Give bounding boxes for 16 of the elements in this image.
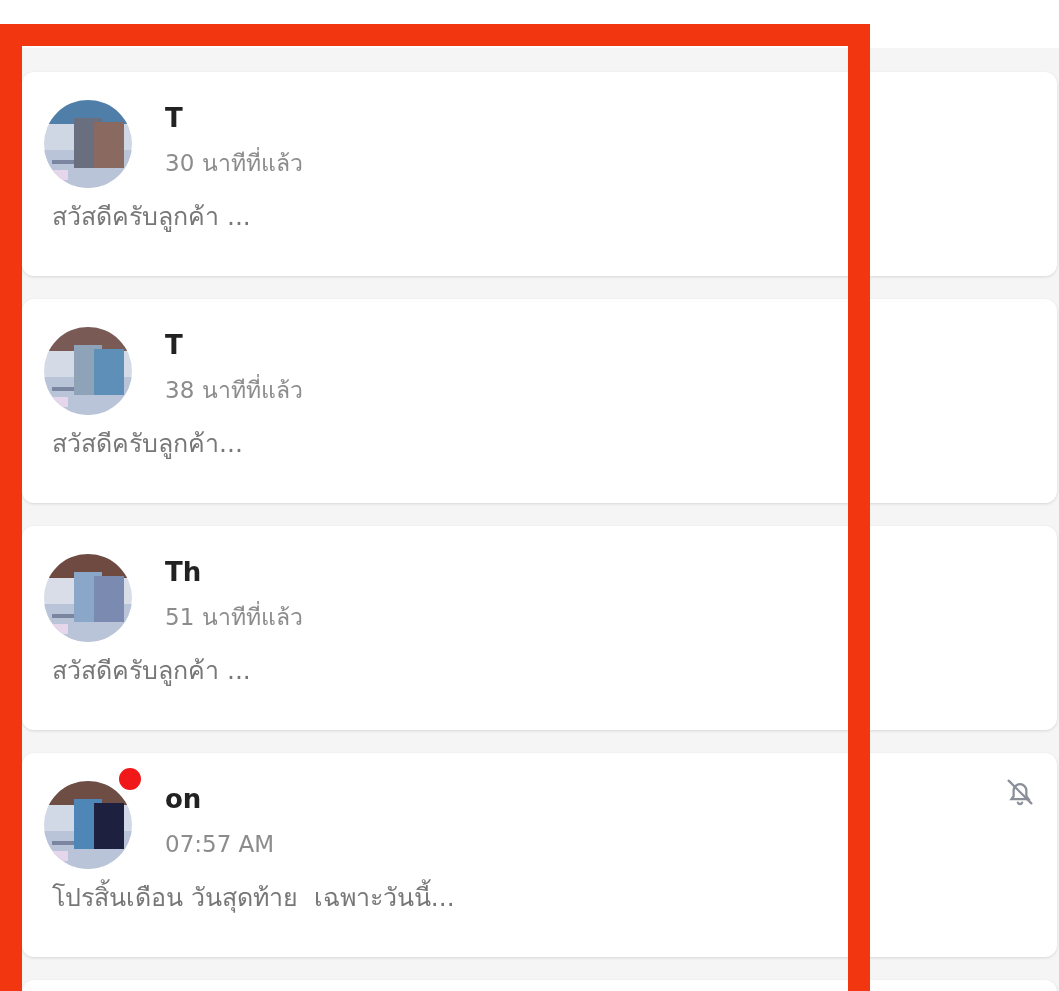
message-time: 30 นาทีที่แล้ว	[165, 148, 303, 178]
message-time: 51 นาทีที่แล้ว	[165, 602, 303, 632]
chat-card[interactable]: on 07:57 AM โปรสิ้นเดือน วันสุดท้าย เฉพาะวันนี้...	[22, 753, 1057, 957]
message-preview: สวัสดีครับลูกค้า...	[52, 428, 243, 461]
chat-card[interactable]: Th 51 นาทีที่แล้ว สวัสดีครับลูกค้า ...	[22, 526, 1057, 730]
contact-name: Th	[165, 556, 203, 588]
message-preview: โปรสิ้นเดือน วันสุดท้าย เฉพาะวันนี้...	[52, 881, 455, 915]
contact-name: on	[165, 783, 203, 815]
message-preview: สวัสดีครับลูกค้า ...	[52, 655, 251, 688]
message-time: 38 นาทีที่แล้ว	[165, 375, 303, 405]
message-preview: สวัสดีครับลูกค้า ...	[52, 201, 251, 234]
contact-name: T	[165, 102, 184, 134]
message-time: 07:57 AM	[165, 830, 275, 859]
chat-card[interactable]: T 38 นาทีที่แล้ว สวัสดีครับลูกค้า...	[22, 299, 1057, 503]
contact-name: T	[165, 329, 184, 361]
chat-card[interactable]: T 30 นาทีที่แล้ว สวัสดีครับลูกค้า ...	[22, 72, 1057, 276]
